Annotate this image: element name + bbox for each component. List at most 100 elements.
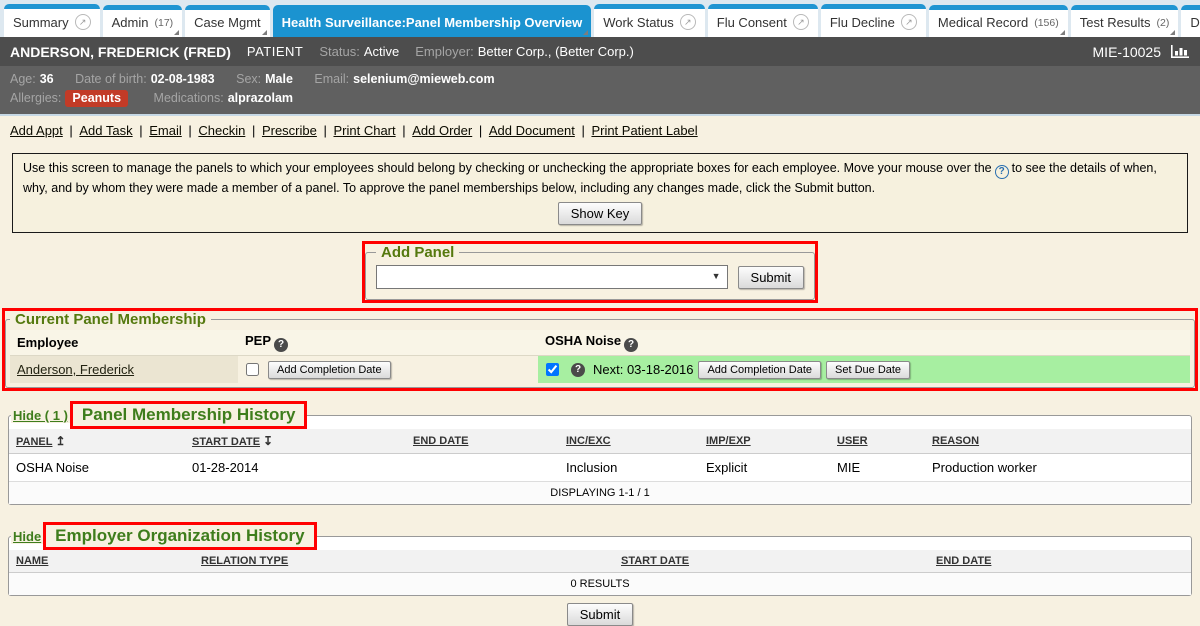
instruction-box: Use this screen to manage the panels to …	[12, 153, 1188, 233]
column-end-date[interactable]: END DATE	[929, 550, 1191, 573]
age-value: 36	[40, 72, 54, 86]
add-panel-fieldset: Add Panel Submit	[365, 244, 815, 300]
panel-history-hide-link[interactable]: Hide ( 1 )	[11, 408, 70, 423]
popout-icon[interactable]	[75, 14, 91, 30]
growth-chart-icon[interactable]	[1170, 44, 1190, 59]
tab-summary[interactable]: Summary	[4, 4, 100, 37]
column-user[interactable]: USER	[830, 429, 925, 454]
prescribe-link[interactable]: Prescribe	[262, 123, 317, 138]
tab-label: Medical Record	[938, 15, 1028, 30]
current-membership-legend: Current Panel Membership	[10, 311, 211, 328]
current-membership-table: Employee PEP OSHA Noise Anderson, Freder…	[10, 330, 1190, 383]
tab-flu-decline[interactable]: Flu Decline	[821, 4, 926, 37]
email-link[interactable]: Email	[149, 123, 182, 138]
popout-icon[interactable]	[901, 14, 917, 30]
osha-add-completion-date-button[interactable]: Add Completion Date	[698, 361, 821, 379]
tab-documents[interactable]: Documen	[1181, 5, 1200, 37]
tab-flu-consent[interactable]: Flu Consent	[708, 4, 818, 37]
sex-label: Sex:	[236, 72, 261, 86]
employer-history-title: Employer Organization History	[43, 522, 316, 550]
email-label: Email:	[314, 72, 349, 86]
employer-history-fieldset: Hide Employer Organization History NAME …	[8, 522, 1192, 596]
employee-link[interactable]: Anderson, Frederick	[17, 362, 134, 377]
print-patient-label-link[interactable]: Print Patient Label	[591, 123, 697, 138]
add-document-link[interactable]: Add Document	[489, 123, 575, 138]
pep-membership-checkbox[interactable]	[246, 363, 259, 376]
help-question-icon[interactable]	[995, 165, 1009, 179]
column-relation-type[interactable]: RELATION TYPE	[194, 550, 614, 573]
age-label: Age:	[10, 72, 36, 86]
checkin-link[interactable]: Checkin	[198, 123, 245, 138]
medications-label: Medications:	[154, 91, 224, 105]
column-start-date[interactable]: START DATE	[185, 429, 406, 454]
allergies-label: Allergies:	[10, 91, 61, 105]
add-appt-link[interactable]: Add Appt	[10, 123, 63, 138]
tab-label: Flu Decline	[830, 15, 895, 30]
tab-count: (2)	[1157, 17, 1170, 29]
popout-icon[interactable]	[680, 14, 696, 30]
email-value: selenium@mieweb.com	[353, 72, 494, 86]
table-footer-row: DISPLAYING 1-1 / 1	[9, 482, 1191, 505]
tab-work-status[interactable]: Work Status	[594, 4, 705, 37]
bottom-submit-row: Submit	[0, 603, 1200, 626]
column-inc-exc[interactable]: INC/EXC	[559, 429, 699, 454]
column-reason[interactable]: REASON	[925, 429, 1191, 454]
employer-label: Employer:	[415, 44, 474, 59]
add-panel-highlight-box: Add Panel Submit	[362, 241, 818, 303]
tab-label: Work Status	[603, 15, 674, 30]
tab-label: Test Results	[1080, 15, 1151, 30]
pep-add-completion-date-button[interactable]: Add Completion Date	[268, 361, 391, 379]
osha-help-icon[interactable]	[624, 338, 638, 352]
start-date-value: 01-28-2014	[185, 454, 406, 482]
current-membership-highlight-box: Current Panel Membership Employee PEP OS…	[2, 308, 1198, 391]
tab-count: (17)	[154, 17, 173, 29]
print-chart-link[interactable]: Print Chart	[333, 123, 395, 138]
tab-label: Flu Consent	[717, 15, 787, 30]
column-imp-exp[interactable]: IMP/EXP	[699, 429, 830, 454]
tab-case-mgmt[interactable]: Case Mgmt	[185, 5, 269, 37]
pep-cell: Add Completion Date	[238, 355, 538, 383]
chart-tab-bar: Summary Admin (17) Case Mgmt Health Surv…	[0, 0, 1200, 37]
imp-exp-value: Explicit	[699, 454, 830, 482]
add-panel-legend: Add Panel	[376, 244, 459, 261]
instruction-text-before: Use this screen to manage the panels to …	[23, 161, 992, 175]
medication-value: alprazolam	[228, 91, 293, 105]
employer-history-hide-link[interactable]: Hide	[11, 529, 43, 544]
table-header-row: PANEL START DATE END DATE INC/EXC IMP/EX…	[9, 429, 1191, 454]
tab-health-surveillance-panel-membership[interactable]: Health Surveillance:Panel Membership Ove…	[273, 5, 592, 37]
employer-history-table: NAME RELATION TYPE START DATE END DATE 0…	[9, 550, 1191, 595]
panel-value: OSHA Noise	[9, 454, 185, 482]
panel-history-table: PANEL START DATE END DATE INC/EXC IMP/EX…	[9, 429, 1191, 504]
panel-select-dropdown[interactable]	[376, 265, 728, 289]
tab-label: Case Mgmt	[194, 15, 260, 30]
dob-value: 02-08-1983	[151, 72, 215, 86]
tab-medical-record[interactable]: Medical Record (156)	[929, 5, 1068, 37]
inc-exc-value: Inclusion	[559, 454, 699, 482]
pep-help-icon[interactable]	[274, 338, 288, 352]
column-start-date[interactable]: START DATE	[614, 550, 929, 573]
chart-id: MIE-10025	[1093, 44, 1161, 60]
tab-label: Health Surveillance:Panel Membership Ove…	[282, 15, 583, 30]
osha-set-due-date-button[interactable]: Set Due Date	[826, 361, 910, 379]
tab-admin[interactable]: Admin (17)	[103, 5, 183, 37]
patient-name: ANDERSON, FREDERICK (FRED)	[10, 44, 231, 60]
table-row: Anderson, Frederick Add Completion Date …	[10, 355, 1190, 383]
status-label: Status:	[319, 44, 359, 59]
demographics-line-2: Allergies:Peanuts Medications:alprazolam	[10, 89, 1190, 108]
column-panel[interactable]: PANEL	[9, 429, 185, 454]
patient-status: Status:Active	[319, 44, 399, 59]
osha-membership-checkbox[interactable]	[546, 363, 559, 376]
table-header-row: NAME RELATION TYPE START DATE END DATE	[9, 550, 1191, 573]
add-panel-submit-button[interactable]: Submit	[738, 266, 804, 289]
add-order-link[interactable]: Add Order	[412, 123, 472, 138]
column-end-date[interactable]: END DATE	[406, 429, 559, 454]
add-task-link[interactable]: Add Task	[79, 123, 132, 138]
osha-membership-help-icon[interactable]	[571, 363, 585, 377]
page-submit-button[interactable]: Submit	[567, 603, 633, 626]
column-name[interactable]: NAME	[9, 550, 194, 573]
popout-icon[interactable]	[793, 14, 809, 30]
show-key-button[interactable]: Show Key	[558, 202, 643, 225]
tab-test-results[interactable]: Test Results (2)	[1071, 5, 1179, 37]
table-row: OSHA Noise 01-28-2014 Inclusion Explicit…	[9, 454, 1191, 482]
tab-count: (156)	[1034, 17, 1059, 29]
